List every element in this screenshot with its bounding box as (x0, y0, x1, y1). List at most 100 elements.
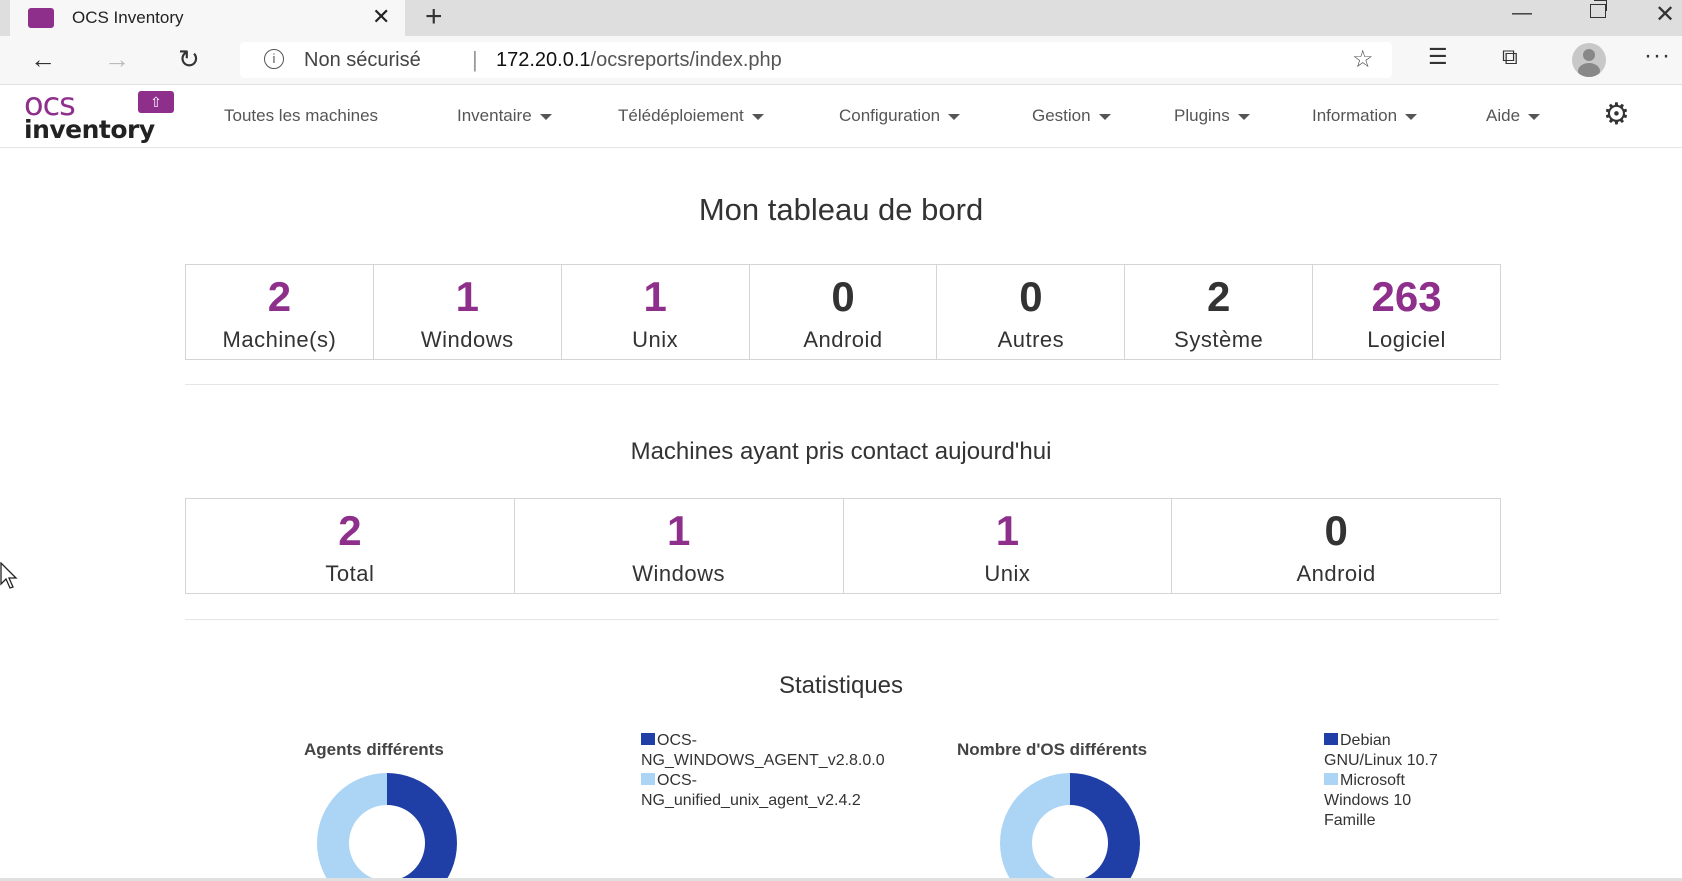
profile-avatar[interactable] (1572, 43, 1606, 77)
close-tab-icon[interactable]: ✕ (372, 4, 390, 30)
minimize-window-icon[interactable]: — (1512, 2, 1532, 25)
close-window-icon[interactable]: ✕ (1655, 0, 1675, 29)
url-text[interactable]: 172.20.0.1/ocsreports/index.php (496, 49, 782, 72)
legend-swatch (641, 773, 655, 785)
statistics-title: Statistiques (778, 672, 904, 699)
stat-value: 1 (643, 273, 667, 320)
url-path: /ocsreports/index.php (590, 49, 782, 71)
url-field[interactable]: i Non sécurisé | 172.20.0.1/ocsreports/i… (240, 42, 1392, 78)
contact-windows[interactable]: 1 Windows (515, 499, 844, 593)
browser-address-bar: ← → ↻ i Non sécurisé | 172.20.0.1/ocsrep… (0, 36, 1682, 85)
legend-label: NG_unified_unix_agent_v2.4.2 (641, 792, 861, 809)
forward-arrow-icon[interactable]: → (104, 44, 130, 75)
refresh-icon[interactable]: ↻ (178, 44, 200, 75)
nav-label: Information (1312, 106, 1398, 125)
nav-management[interactable]: Gestion (1032, 106, 1111, 126)
url-host: 172.20.0.1 (496, 49, 591, 71)
os-chart-title: Nombre d'OS différents (957, 740, 1148, 759)
stat-software[interactable]: 263 Logiciel (1313, 265, 1500, 359)
legend-label: NG_WINDOWS_AGENT_v2.8.0.0 (641, 752, 885, 769)
stat-android[interactable]: 0 Android (750, 265, 938, 359)
nav-all-machines[interactable]: Toutes les machines (224, 106, 378, 126)
agents-donut-chart (317, 773, 457, 880)
caret-down-icon (1528, 113, 1541, 120)
ocs-logo[interactable]: ocs ⇧ inventory (22, 85, 174, 144)
nav-label: Gestion (1032, 106, 1091, 125)
security-label[interactable]: Non sécurisé (304, 49, 421, 72)
stat-unix[interactable]: 1 Unix (562, 265, 750, 359)
caret-down-icon (1237, 113, 1250, 120)
collections-icon[interactable]: ⧉ (1502, 44, 1518, 70)
nav-configuration[interactable]: Configuration (839, 106, 961, 126)
donut-slice[interactable] (1000, 773, 1070, 880)
legend-label: Microsoft (1324, 771, 1438, 791)
browser-tab-bar: OCS Inventory ✕ + — ✕ (0, 0, 1682, 36)
legend-item[interactable]: Microsoft Windows 10 Famille (1324, 771, 1438, 831)
gear-icon[interactable]: ⚙ (1603, 97, 1630, 132)
stat-value: 2 (338, 507, 362, 554)
back-arrow-icon[interactable]: ← (30, 44, 56, 75)
new-tab-button[interactable]: + (425, 0, 443, 34)
logo-upload-icon: ⇧ (138, 91, 174, 113)
divider (185, 384, 1499, 385)
caret-down-icon (948, 113, 961, 120)
donut-slice[interactable] (387, 773, 457, 880)
stat-label: Système (1174, 327, 1264, 352)
stat-label: Unix (984, 561, 1031, 586)
legend-swatch (641, 733, 655, 745)
caret-down-icon (1405, 113, 1418, 120)
stat-value: 0 (831, 273, 855, 320)
nav-deployment[interactable]: Télédéploiement (618, 106, 764, 126)
agents-legend: OCS- NG_WINDOWS_AGENT_v2.8.0.0 OCS- NG_unif… (641, 731, 885, 811)
legend-label: OCS- (641, 731, 885, 751)
contact-unix[interactable]: 1 Unix (844, 499, 1173, 593)
caret-down-icon (1098, 113, 1111, 120)
divider (185, 619, 1499, 620)
agents-chart-title: Agents différents (304, 740, 444, 759)
donut-slice[interactable] (1070, 773, 1140, 880)
stat-label: Total (325, 561, 375, 586)
nav-plugins[interactable]: Plugins (1174, 106, 1250, 126)
stat-label: Android (1296, 561, 1376, 586)
stat-machines[interactable]: 2 Machine(s) (186, 265, 374, 359)
nav-label: Plugins (1174, 106, 1230, 125)
donut-slice[interactable] (317, 773, 387, 880)
stat-system[interactable]: 2 Système (1125, 265, 1314, 359)
legend-item[interactable]: Debian GNU/Linux 10.7 (1324, 731, 1438, 771)
stat-label: Windows (420, 327, 514, 352)
url-separator: | (472, 47, 478, 72)
legend-label: GNU/Linux 10.7 (1324, 752, 1438, 769)
nav-inventory[interactable]: Inventaire (457, 106, 552, 126)
stat-value: 1 (666, 507, 691, 554)
legend-label: Debian (1324, 731, 1438, 751)
page-title: Mon tableau de bord (698, 192, 984, 227)
nav-information[interactable]: Information (1312, 106, 1418, 126)
browser-tab[interactable]: OCS Inventory ✕ (10, 0, 405, 36)
legend-item[interactable]: OCS- NG_WINDOWS_AGENT_v2.8.0.0 (641, 731, 885, 771)
favorites-list-icon[interactable]: ☰ (1428, 44, 1448, 70)
stat-label: Android (803, 327, 883, 352)
os-donut-chart (1000, 773, 1140, 880)
more-menu-icon[interactable]: ··· (1644, 42, 1671, 70)
nav-label: Toutes les machines (224, 106, 379, 125)
restore-window-icon[interactable] (1590, 0, 1607, 18)
legend-item[interactable]: OCS- NG_unified_unix_agent_v2.4.2 (641, 771, 885, 811)
caret-down-icon (751, 113, 764, 120)
stat-label: Machine(s) (222, 327, 337, 352)
legend-label: Windows 10 (1324, 792, 1412, 809)
stat-windows[interactable]: 1 Windows (374, 265, 562, 359)
favorite-star-icon[interactable]: ☆ (1352, 45, 1374, 74)
info-icon[interactable]: i (264, 49, 284, 69)
caret-down-icon (539, 113, 552, 120)
app-navbar: ocs ⇧ inventory Toutes les machines Inve… (0, 85, 1682, 148)
stat-others[interactable]: 0 Autres (937, 265, 1126, 359)
contact-title: Machines ayant pris contact aujourd'hui (630, 438, 1052, 465)
tab-title: OCS Inventory (72, 8, 184, 27)
mouse-cursor-icon (0, 562, 18, 589)
nav-label: Configuration (839, 106, 941, 125)
contact-android[interactable]: 0 Android (1172, 499, 1500, 593)
nav-help[interactable]: Aide (1486, 106, 1541, 126)
contact-total[interactable]: 2 Total (186, 499, 515, 593)
legend-swatch (1324, 733, 1338, 745)
logo-text-inventory: inventory (24, 115, 155, 144)
